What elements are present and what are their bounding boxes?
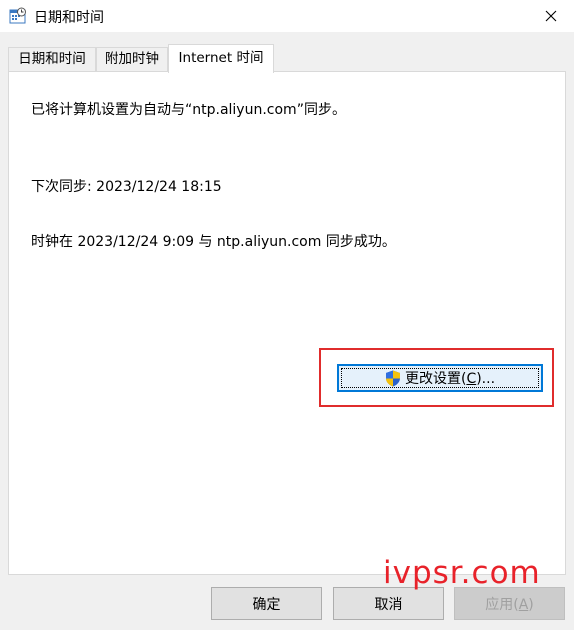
ok-button[interactable]: 确定 [211,587,322,620]
tab-additional-clocks[interactable]: 附加时钟 [96,47,168,71]
sync-status-text: 已将计算机设置为自动与“ntp.aliyun.com”同步。 [31,102,346,118]
tab-label: 附加时钟 [105,51,159,67]
close-button[interactable] [528,0,574,32]
tab-internet-time[interactable]: Internet 时间 [168,44,274,73]
watermark-text: ivpsr.com [383,555,541,591]
window-title: 日期和时间 [34,10,104,26]
title-bar: 日期和时间 [0,0,574,32]
change-settings-button[interactable]: 更改设置(C)... [337,364,543,392]
cancel-label: 取消 [374,596,403,613]
next-sync-text: 下次同步: 2023/12/24 18:15 [31,179,222,195]
ok-label: 确定 [252,596,281,613]
internet-time-panel: 已将计算机设置为自动与“ntp.aliyun.com”同步。 下次同步: 202… [8,71,566,575]
tab-label: Internet 时间 [178,50,264,66]
change-settings-label: 更改设置(C)... [404,371,496,387]
tab-date-time[interactable]: 日期和时间 [8,47,96,71]
close-icon [545,10,557,22]
last-sync-text: 时钟在 2023/12/24 9:09 与 ntp.aliyun.com 同步成… [31,234,396,250]
cancel-button[interactable]: 取消 [333,587,444,620]
apply-label: 应用(A) [485,596,534,613]
apply-button[interactable]: 应用(A) [454,587,565,620]
tab-label: 日期和时间 [18,51,86,67]
uac-shield-icon [385,370,400,386]
clock-calendar-icon [9,7,26,24]
